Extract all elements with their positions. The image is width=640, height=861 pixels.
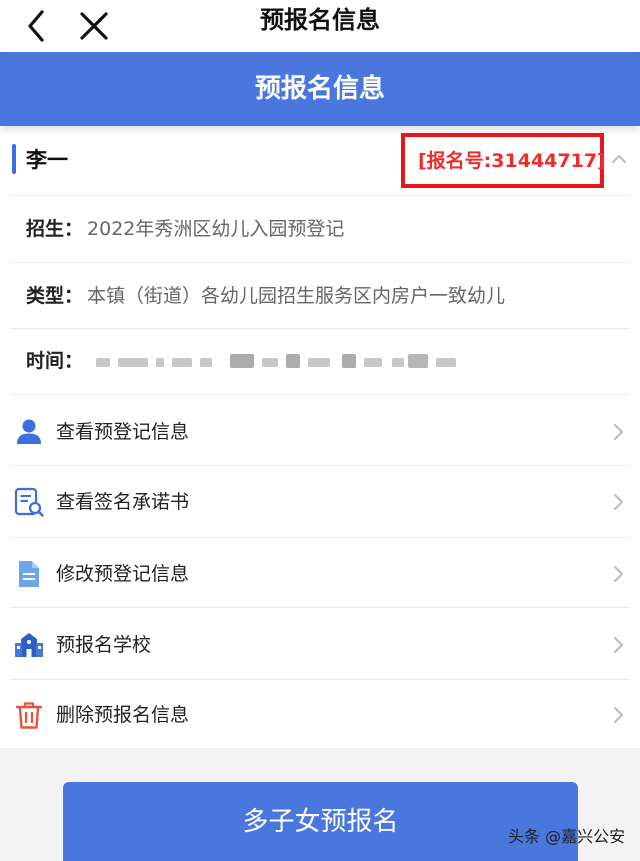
menu-item-school[interactable]: 预报名学校 [10,610,630,680]
watermark: 头条 @嘉兴公安 [508,827,626,846]
file-icon [19,561,39,587]
divider [10,537,630,538]
chevron-right-icon [614,424,623,440]
page-title: 预报名信息 [254,74,385,104]
menu-label: 修改预登记信息 [56,563,190,585]
enroll-label: 招生： [26,218,84,240]
menu-label: 预报名学校 [56,634,152,656]
document-search-icon [14,487,44,517]
school-icon [15,633,43,657]
type-value: 本镇（街道）各幼儿园招生服务区内房户一致幼儿 [87,285,506,307]
divider [10,262,630,263]
chevron-right-icon [614,566,623,582]
name-accent-bar [12,144,16,174]
menu-item-view-preregistration[interactable]: 查看预登记信息 [10,397,630,467]
enroll-row: 招生： 2022年秀洲区幼儿入园预登记 [26,214,344,244]
time-value-redacted [96,352,462,374]
menu-item-view-signature[interactable]: 查看签名承诺书 [10,467,630,537]
chevron-right-icon [614,494,623,510]
divider [10,394,630,395]
user-icon [17,419,41,444]
trash-icon [15,702,43,729]
chevron-up-icon[interactable] [610,150,628,168]
chevron-right-icon [614,707,623,723]
menu-label: 查看签名承诺书 [56,491,190,513]
top-nav-bar: 预报名信息 [0,0,640,52]
divider [10,195,630,196]
chevron-right-icon [614,637,623,653]
applicant-name: 李一 [26,148,68,172]
menu-item-edit-preregistration[interactable]: 修改预登记信息 [10,539,630,609]
divider [10,465,630,466]
divider [10,607,630,608]
time-row: 时间： [26,346,83,376]
menu-item-delete[interactable]: 删除预报名信息 [10,680,630,750]
enroll-value: 2022年秀洲区幼儿入园预登记 [87,218,345,240]
multi-child-preregister-button[interactable]: 多子女预报名 [63,782,578,861]
registration-number: [报名号:31444717] [418,150,606,172]
page-header-banner: 预报名信息 [0,52,640,126]
menu-label: 查看预登记信息 [56,421,190,443]
menu-label: 删除预报名信息 [56,704,190,726]
divider [10,328,630,329]
type-label: 类型： [26,285,84,307]
nav-title: 预报名信息 [260,6,380,34]
type-row: 类型： 本镇（街道）各幼儿园招生服务区内房户一致幼儿 [26,281,505,311]
time-label: 时间： [26,350,84,372]
